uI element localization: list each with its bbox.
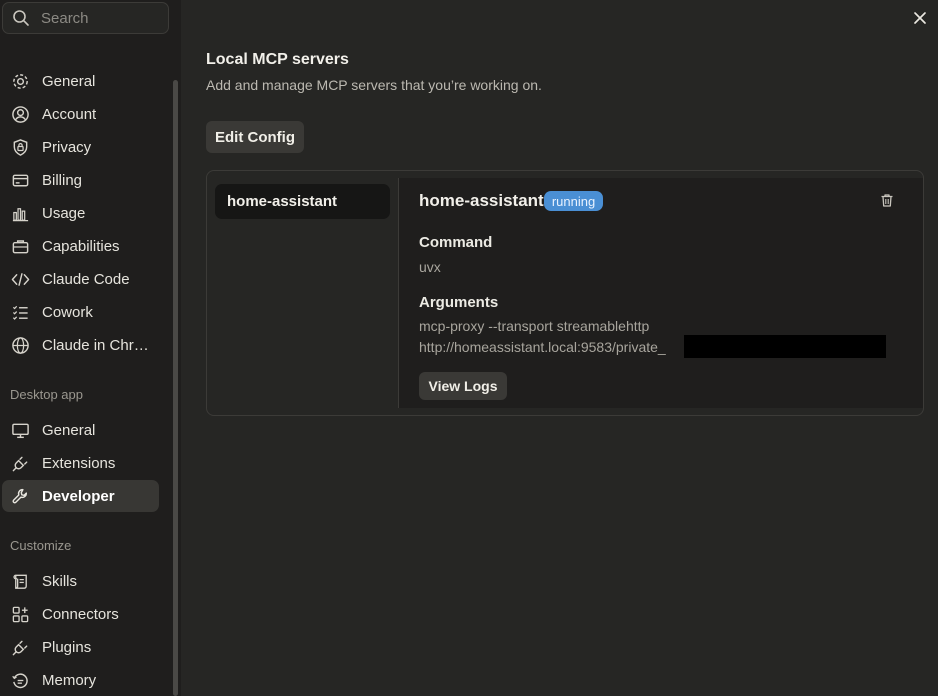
shield-lock-icon: [13, 138, 28, 156]
sidebar-item-developer[interactable]: Developer: [2, 480, 159, 512]
user-circle-icon: [12, 105, 29, 123]
gear-icon: [13, 73, 28, 89]
sidebar-item-label: General: [42, 72, 96, 90]
view-logs-button[interactable]: View Logs: [419, 372, 507, 400]
sidebar-item-label: Extensions: [42, 454, 116, 472]
sidebar-item-label: Skills: [42, 572, 78, 590]
sidebar-item-desktop-general[interactable]: General: [2, 414, 159, 446]
search-placeholder: Search: [41, 9, 89, 27]
close-button[interactable]: [910, 8, 930, 28]
list-check-icon: [12, 305, 28, 320]
section-label-customize: Customize: [10, 538, 72, 553]
command-label: Command: [419, 234, 493, 251]
sidebar-item-label: Account: [42, 105, 97, 123]
memory-icon: [12, 672, 28, 688]
server-list-item-home-assistant[interactable]: home-assistant: [215, 184, 390, 219]
search-input[interactable]: Search: [2, 2, 169, 34]
sidebar-item-label: Memory: [42, 671, 97, 689]
grid-plus-icon: [12, 606, 29, 622]
sidebar-item-label: Privacy: [42, 138, 92, 156]
sidebar-item-label: Claude Code: [42, 270, 130, 288]
sidebar-item-general[interactable]: General: [2, 65, 159, 97]
sidebar-item-label: Plugins: [42, 638, 92, 656]
sidebar-item-memory[interactable]: Memory: [2, 664, 159, 696]
redaction-bar: [684, 335, 886, 358]
sidebar-item-claude-in-chrome[interactable]: Claude in Chr…: [2, 329, 159, 361]
sidebar-item-label: General: [42, 421, 96, 439]
sidebar-item-label: Claude in Chr…: [42, 336, 149, 354]
close-icon: [914, 12, 926, 24]
sidebar-item-label: Capabilities: [42, 237, 120, 255]
sidebar-item-claude-code[interactable]: Claude Code: [2, 263, 159, 295]
sidebar-item-label: Developer: [42, 487, 115, 505]
sidebar-item-usage[interactable]: Usage: [2, 197, 159, 229]
globe-icon: [12, 336, 29, 354]
sidebar-item-billing[interactable]: Billing: [2, 164, 159, 196]
delete-server-button[interactable]: [880, 193, 894, 208]
bar-chart-icon: [12, 207, 29, 221]
monitor-icon: [12, 423, 29, 438]
page-title: Local MCP servers: [206, 51, 349, 68]
code-icon: [11, 272, 30, 286]
sidebar-item-plugins[interactable]: Plugins: [2, 631, 159, 663]
credit-card-icon: [12, 174, 29, 186]
sidebar-item-capabilities[interactable]: Capabilities: [2, 230, 159, 262]
wrench-icon: [12, 488, 28, 503]
sidebar-item-label: Connectors: [42, 605, 119, 623]
settings-sidebar: Search General Account Privacy Billing U…: [0, 0, 181, 696]
sidebar-scrollbar[interactable]: [173, 80, 178, 696]
plug-icon: [12, 456, 28, 471]
briefcase-icon: [12, 239, 29, 253]
sidebar-item-cowork[interactable]: Cowork: [2, 296, 159, 328]
server-name: home-assistant: [419, 191, 544, 210]
sidebar-item-extensions[interactable]: Extensions: [2, 447, 159, 479]
sidebar-item-label: Usage: [42, 204, 86, 222]
sidebar-item-label: Cowork: [42, 303, 93, 321]
page-subtitle: Add and manage MCP servers that you’re w…: [206, 77, 542, 93]
status-badge: running: [544, 191, 603, 211]
sidebar-item-account[interactable]: Account: [2, 98, 159, 130]
trash-icon: [881, 194, 893, 207]
scroll-icon: [13, 574, 27, 589]
arguments-label: Arguments: [419, 294, 499, 311]
command-value: uvx: [419, 259, 441, 275]
section-label-desktop-app: Desktop app: [10, 387, 83, 402]
sidebar-item-privacy[interactable]: Privacy: [2, 131, 159, 163]
plug-icon: [12, 640, 28, 655]
search-icon: [13, 10, 29, 26]
sidebar-item-connectors[interactable]: Connectors: [2, 598, 159, 630]
arguments-value-line2: http://homeassistant.local:9583/private_: [419, 339, 666, 355]
edit-config-button[interactable]: Edit Config: [206, 121, 304, 153]
arguments-value-line1: mcp-proxy --transport streamablehttp: [419, 318, 650, 334]
sidebar-item-skills[interactable]: Skills: [2, 565, 159, 597]
sidebar-item-label: Billing: [42, 171, 83, 189]
